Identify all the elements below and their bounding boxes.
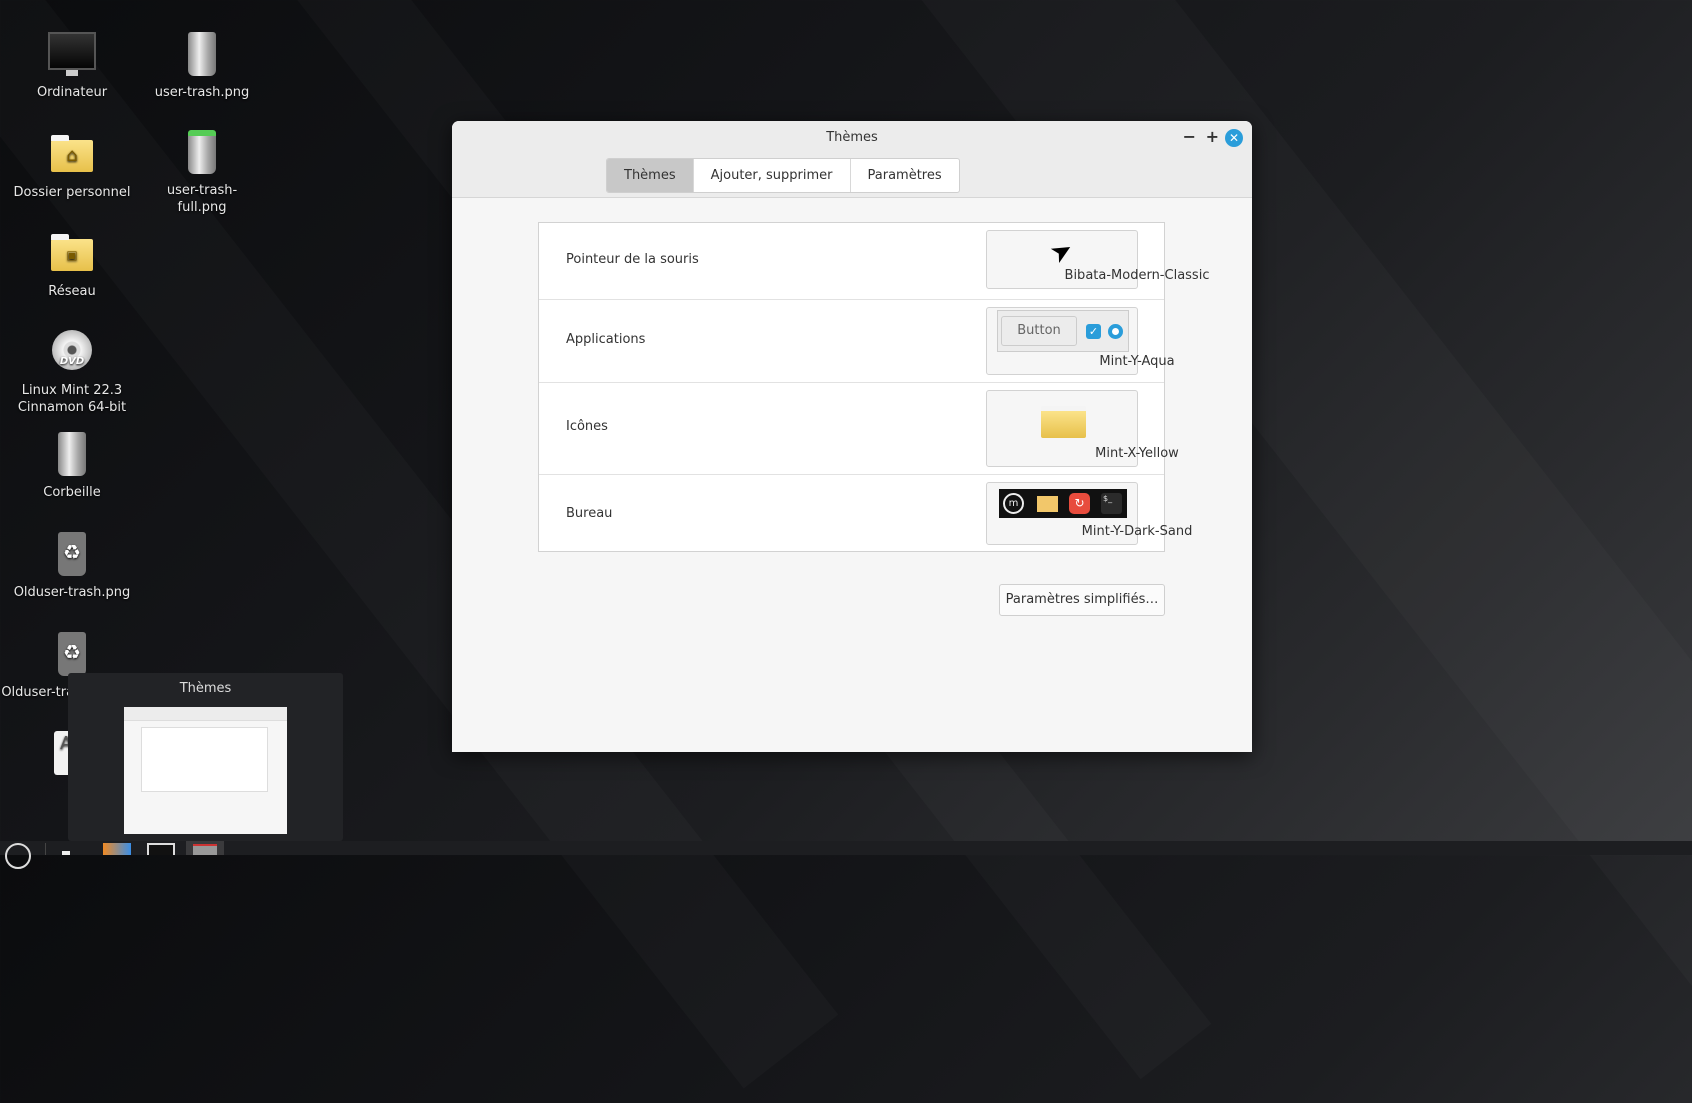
radio-icon: [1108, 324, 1123, 339]
recycle-icon: ♻: [48, 630, 96, 678]
close-button[interactable]: ✕: [1225, 129, 1243, 147]
desktop-icon-dvd[interactable]: DVD Linux Mint 22.3 Cinnamon 64-bit: [0, 328, 147, 416]
window-title: Thèmes: [826, 130, 878, 145]
dvd-icon: DVD: [48, 328, 96, 376]
theme-name: Mint-X-Yellow: [1095, 446, 1179, 461]
trash-full-icon: [178, 128, 226, 176]
desktop-icon-home[interactable]: ⌂ Dossier personnel: [0, 130, 147, 201]
themes-window: Thèmes − + ✕ Thèmes Ajouter, supprimer P…: [452, 121, 1252, 752]
browser-icon: ↻: [1069, 493, 1090, 514]
terminal-icon[interactable]: [147, 843, 175, 855]
desktop-icon-olduser-trash[interactable]: ♻ Olduser-trash.png: [0, 530, 147, 601]
themes-list: Pointeur de la souris ➤ Bibata-Modern-Cl…: [538, 222, 1209, 552]
dvd-badge: DVD: [52, 330, 92, 370]
icon-label: Réseau: [48, 284, 96, 299]
folder-icon: [1037, 496, 1058, 512]
popup-title: Thèmes: [179, 681, 232, 696]
terminal-icon: $_: [1101, 493, 1122, 514]
tab-settings[interactable]: Paramètres: [851, 159, 959, 192]
cursor-theme-button[interactable]: ➤ Bibata-Modern-Classic: [986, 230, 1209, 289]
icon-label: Ordinateur: [36, 85, 108, 100]
network-folder-icon: ▣: [48, 229, 96, 277]
row-label: Applications: [566, 332, 646, 347]
icon-label: Dossier personnel: [13, 185, 131, 200]
tab-bar: Thèmes Ajouter, supprimer Paramètres: [606, 158, 960, 193]
theme-name: Mint-Y-Dark-Sand: [1081, 524, 1193, 539]
maximize-button[interactable]: +: [1206, 127, 1219, 146]
folder-icon: [1041, 406, 1086, 438]
desktop-icon-user-trash[interactable]: user-trash.png: [127, 30, 277, 101]
taskbar: [0, 841, 1692, 869]
app-preview: Button ✓: [997, 310, 1129, 352]
title-bar[interactable]: Thèmes − + ✕ Thèmes Ajouter, supprimer P…: [452, 121, 1252, 198]
preview-button: Button: [1001, 316, 1077, 346]
trash-icon: [48, 430, 96, 478]
checkbox-icon: ✓: [1086, 324, 1101, 339]
home-folder-icon: ⌂: [48, 130, 96, 178]
row-label: Pointeur de la souris: [566, 252, 699, 267]
desktop-icon-user-trash-full[interactable]: user-trash-full.png: [127, 128, 277, 216]
cursor-arrow-icon: ➤: [1044, 233, 1079, 271]
simplified-settings-button[interactable]: Paramètres simplifiés…: [999, 584, 1165, 616]
window-thumbnail[interactable]: [124, 707, 287, 834]
row-label: Bureau: [566, 506, 613, 521]
panel-preview: m ↻ $_: [999, 489, 1127, 518]
trash-icon: [178, 30, 226, 78]
icon-label: user-trash.png: [154, 85, 250, 100]
row-applications: Applications Button ✓ Mint-Y-Aqua: [539, 300, 1175, 383]
theme-name: Mint-Y-Aqua: [1099, 354, 1175, 369]
tab-add-remove[interactable]: Ajouter, supprimer: [694, 159, 851, 192]
recycle-icon: ♻: [48, 530, 96, 578]
applications-theme-button[interactable]: Button ✓ Mint-Y-Aqua: [986, 307, 1175, 375]
themes-window-task[interactable]: [186, 841, 224, 855]
icon-label: Olduser-trash.png: [13, 585, 131, 600]
row-desktop: Bureau m ↻ $_ Mint-Y-Dark-Sand: [539, 475, 1192, 552]
desktop-icon-trash[interactable]: Corbeille: [0, 430, 147, 501]
row-mouse-pointer: Pointeur de la souris ➤ Bibata-Modern-Cl…: [539, 223, 1209, 300]
show-desktop-icon[interactable]: [62, 851, 70, 855]
icon-label: user-trash-full.png: [166, 183, 238, 215]
desktop-icon-network[interactable]: ▣ Réseau: [0, 229, 147, 300]
mint-logo-icon: m: [1003, 493, 1024, 514]
row-icons: Icônes Mint-X-Yellow: [539, 383, 1179, 475]
desktop-theme-button[interactable]: m ↻ $_ Mint-Y-Dark-Sand: [986, 482, 1192, 545]
icon-label: Corbeille: [43, 485, 101, 500]
tab-themes[interactable]: Thèmes: [607, 159, 694, 192]
minimize-button[interactable]: −: [1183, 127, 1196, 146]
theme-name: Bibata-Modern-Classic: [1064, 268, 1210, 283]
separator: [45, 843, 46, 855]
themes-app-icon: [193, 844, 217, 855]
window-preview-popup[interactable]: Thèmes: [68, 673, 343, 841]
menu-icon[interactable]: [5, 843, 31, 869]
row-label: Icônes: [566, 419, 608, 434]
desktop-icon-computer[interactable]: Ordinateur: [0, 30, 147, 101]
icon-theme-button[interactable]: Mint-X-Yellow: [986, 390, 1179, 467]
firefox-icon[interactable]: [103, 843, 131, 855]
icon-label: Linux Mint 22.3 Cinnamon 64-bit: [17, 383, 127, 415]
computer-icon: [48, 30, 96, 78]
